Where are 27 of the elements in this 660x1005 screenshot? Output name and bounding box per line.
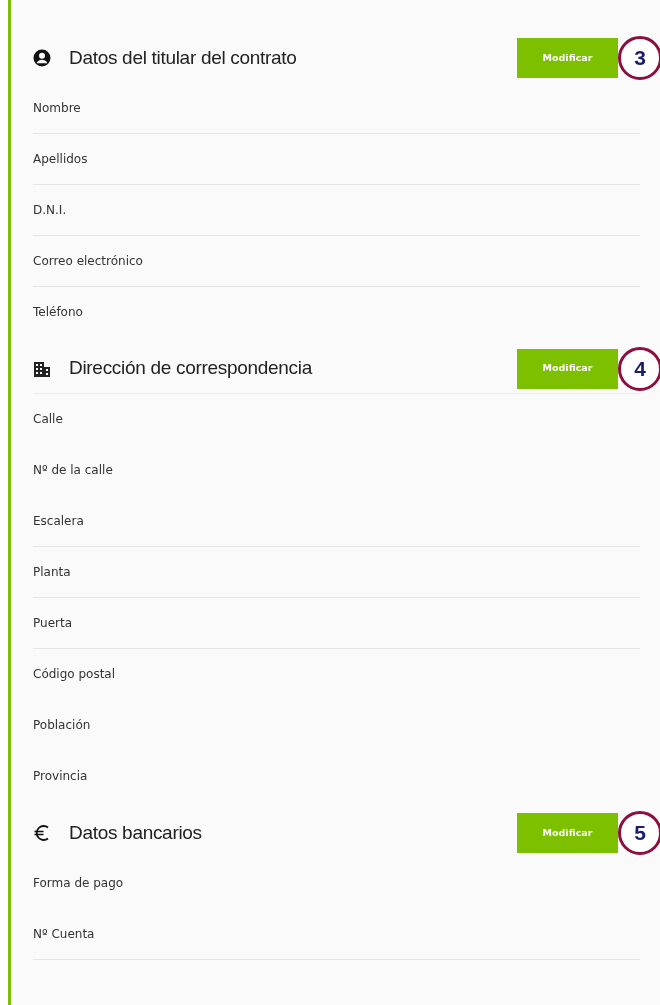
euro-icon bbox=[33, 824, 51, 842]
field-label: D.N.I. bbox=[33, 202, 67, 219]
callout-number: 3 bbox=[618, 36, 660, 80]
modify-button[interactable]: Modificar bbox=[517, 813, 618, 853]
field-label: Apellidos bbox=[33, 151, 88, 168]
section-title: Datos del titular del contrato bbox=[69, 45, 297, 70]
field-label: Nº de la calle bbox=[33, 462, 113, 479]
modify-button[interactable]: Modificar bbox=[517, 348, 618, 389]
field-label: Forma de pago bbox=[33, 875, 124, 892]
field-label: Nombre bbox=[33, 100, 81, 117]
callout-number: 4 bbox=[618, 347, 660, 391]
user-icon bbox=[33, 49, 51, 67]
field-label: Nº Cuenta bbox=[33, 926, 95, 943]
field-label: Población bbox=[33, 717, 91, 734]
building-icon bbox=[33, 359, 51, 378]
section-title: Dirección de correspondencia bbox=[69, 356, 312, 381]
field-label: Teléfono bbox=[33, 304, 83, 321]
field-label: Calle bbox=[33, 411, 63, 428]
callout-number: 5 bbox=[618, 811, 660, 855]
modify-button[interactable]: Modificar bbox=[517, 38, 618, 78]
field-label: Código postal bbox=[33, 666, 116, 683]
section-title: Datos bancarios bbox=[69, 820, 202, 845]
field-label: Escalera bbox=[33, 513, 84, 530]
field-label: Provincia bbox=[33, 768, 88, 785]
field-label: Correo electrónico bbox=[33, 253, 143, 270]
field-label: Planta bbox=[33, 564, 71, 581]
field-label: Puerta bbox=[33, 615, 72, 632]
